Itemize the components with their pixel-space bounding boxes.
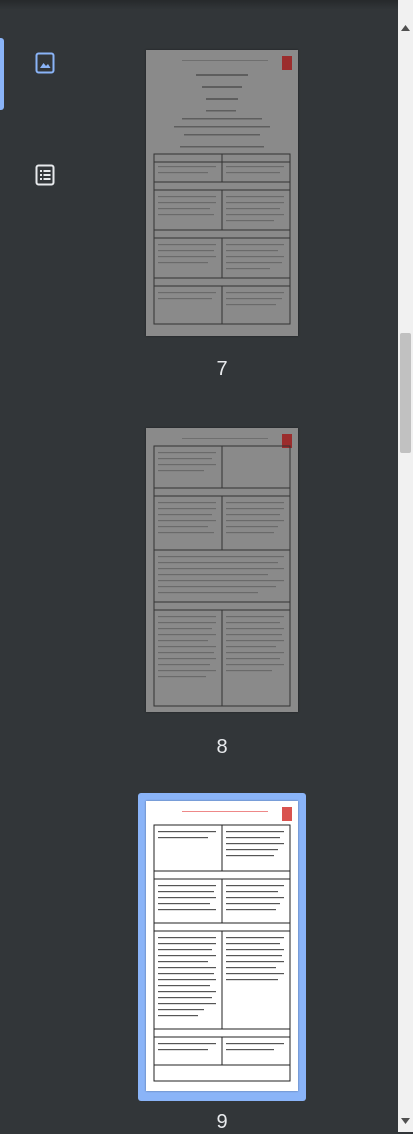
page-number-7: 7 [216,358,228,380]
page-8-preview [146,428,298,712]
page-number-8: 8 [216,736,228,758]
triangle-up-icon [401,18,410,36]
page-thumbnail-9[interactable] [146,801,298,1091]
page-thumbnail-8[interactable] [146,428,298,712]
scrollbar-thumb[interactable] [400,333,411,453]
active-tab-indicator [0,38,4,110]
page-7-preview [146,50,298,336]
page-9-preview [146,801,298,1091]
list-icon [34,164,56,191]
vertical-scrollbar[interactable] [398,0,413,1132]
scroll-down-button[interactable] [398,1111,413,1128]
page-number-9: 9 [216,1111,228,1133]
image-icon [34,52,56,79]
outline-tab-button[interactable] [28,160,62,194]
scroll-up-button[interactable] [398,18,413,35]
top-shadow-bar [0,0,413,10]
sidebar-rail [0,10,86,1132]
triangle-down-icon [401,1111,410,1129]
page-thumbnail-7[interactable] [146,50,298,336]
thumbnails-tab-button[interactable] [28,48,62,82]
